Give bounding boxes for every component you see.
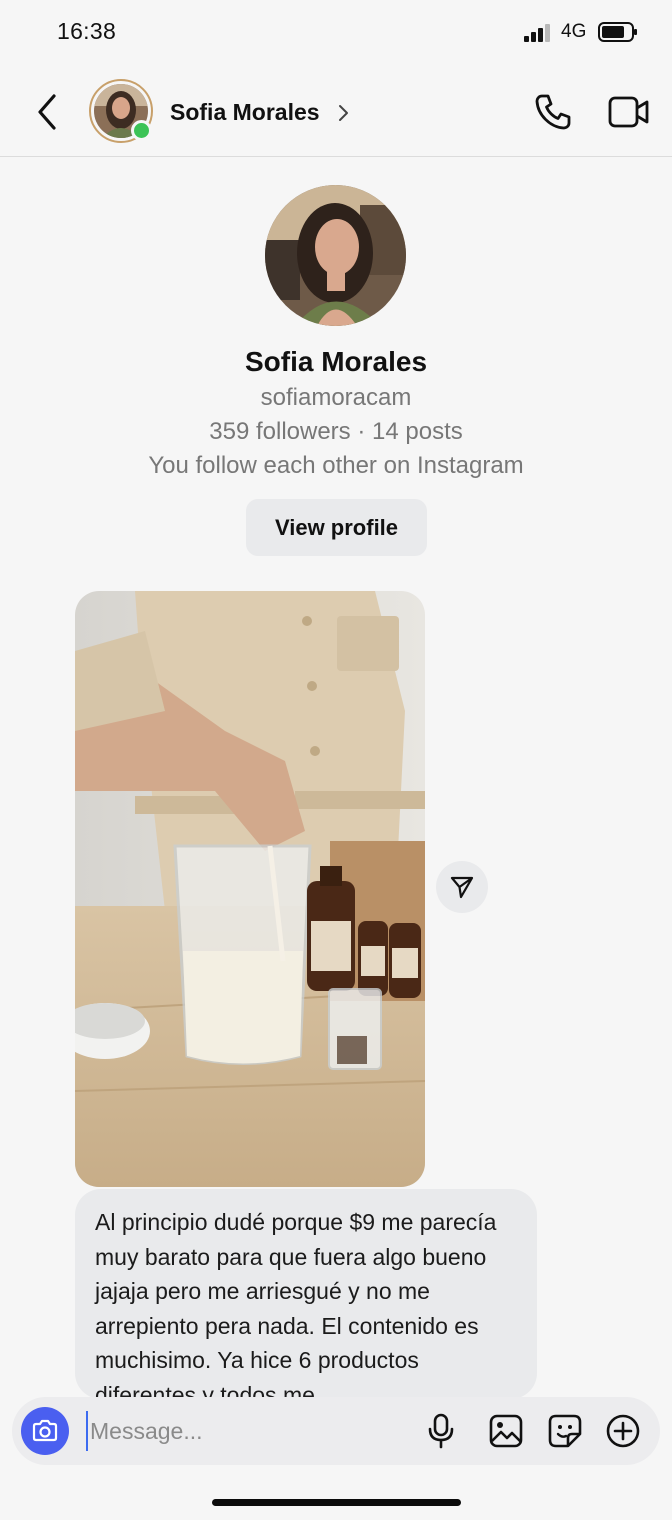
gallery-icon[interactable]	[488, 1413, 524, 1449]
view-profile-button[interactable]: View profile	[246, 499, 427, 556]
video-icon[interactable]	[608, 94, 650, 130]
camera-icon	[32, 1419, 58, 1442]
online-indicator	[131, 120, 152, 141]
message-text: Al principio dudé porque $9 me parecía m…	[95, 1209, 497, 1399]
phone-icon[interactable]	[533, 92, 573, 132]
profile-photo	[265, 185, 406, 326]
media-photo	[75, 591, 425, 1187]
profile-handle: sofiamoracam	[260, 384, 412, 411]
send-icon	[450, 876, 474, 899]
profile-stats: 359 followers · 14 posts	[209, 418, 463, 445]
shared-media-message[interactable]	[75, 591, 425, 1187]
profile-avatar[interactable]	[265, 185, 406, 326]
network-label: 4G	[561, 21, 587, 42]
chevron-right-icon[interactable]	[337, 104, 349, 122]
message-composer	[12, 1397, 660, 1465]
share-button[interactable]	[436, 861, 488, 913]
contact-name[interactable]: Sofia Morales	[170, 99, 320, 126]
sticker-icon[interactable]	[547, 1413, 583, 1449]
plus-icon[interactable]	[605, 1413, 641, 1449]
mic-icon[interactable]	[426, 1413, 456, 1449]
signal-icon	[524, 24, 550, 42]
status-time: 16:38	[57, 18, 117, 44]
camera-button[interactable]	[21, 1407, 69, 1455]
mutual-follow-text: You follow each other on Instagram	[148, 452, 524, 479]
back-icon[interactable]	[30, 92, 64, 132]
message-input[interactable]	[86, 1411, 406, 1451]
received-message-bubble[interactable]: Al principio dudé porque $9 me parecía m…	[75, 1189, 537, 1399]
battery-icon	[598, 22, 637, 42]
home-indicator[interactable]	[212, 1499, 461, 1506]
chat-header: Sofia Morales	[0, 70, 672, 157]
profile-name: Sofia Morales	[244, 346, 428, 377]
status-bar: 16:38 4G	[0, 0, 672, 70]
